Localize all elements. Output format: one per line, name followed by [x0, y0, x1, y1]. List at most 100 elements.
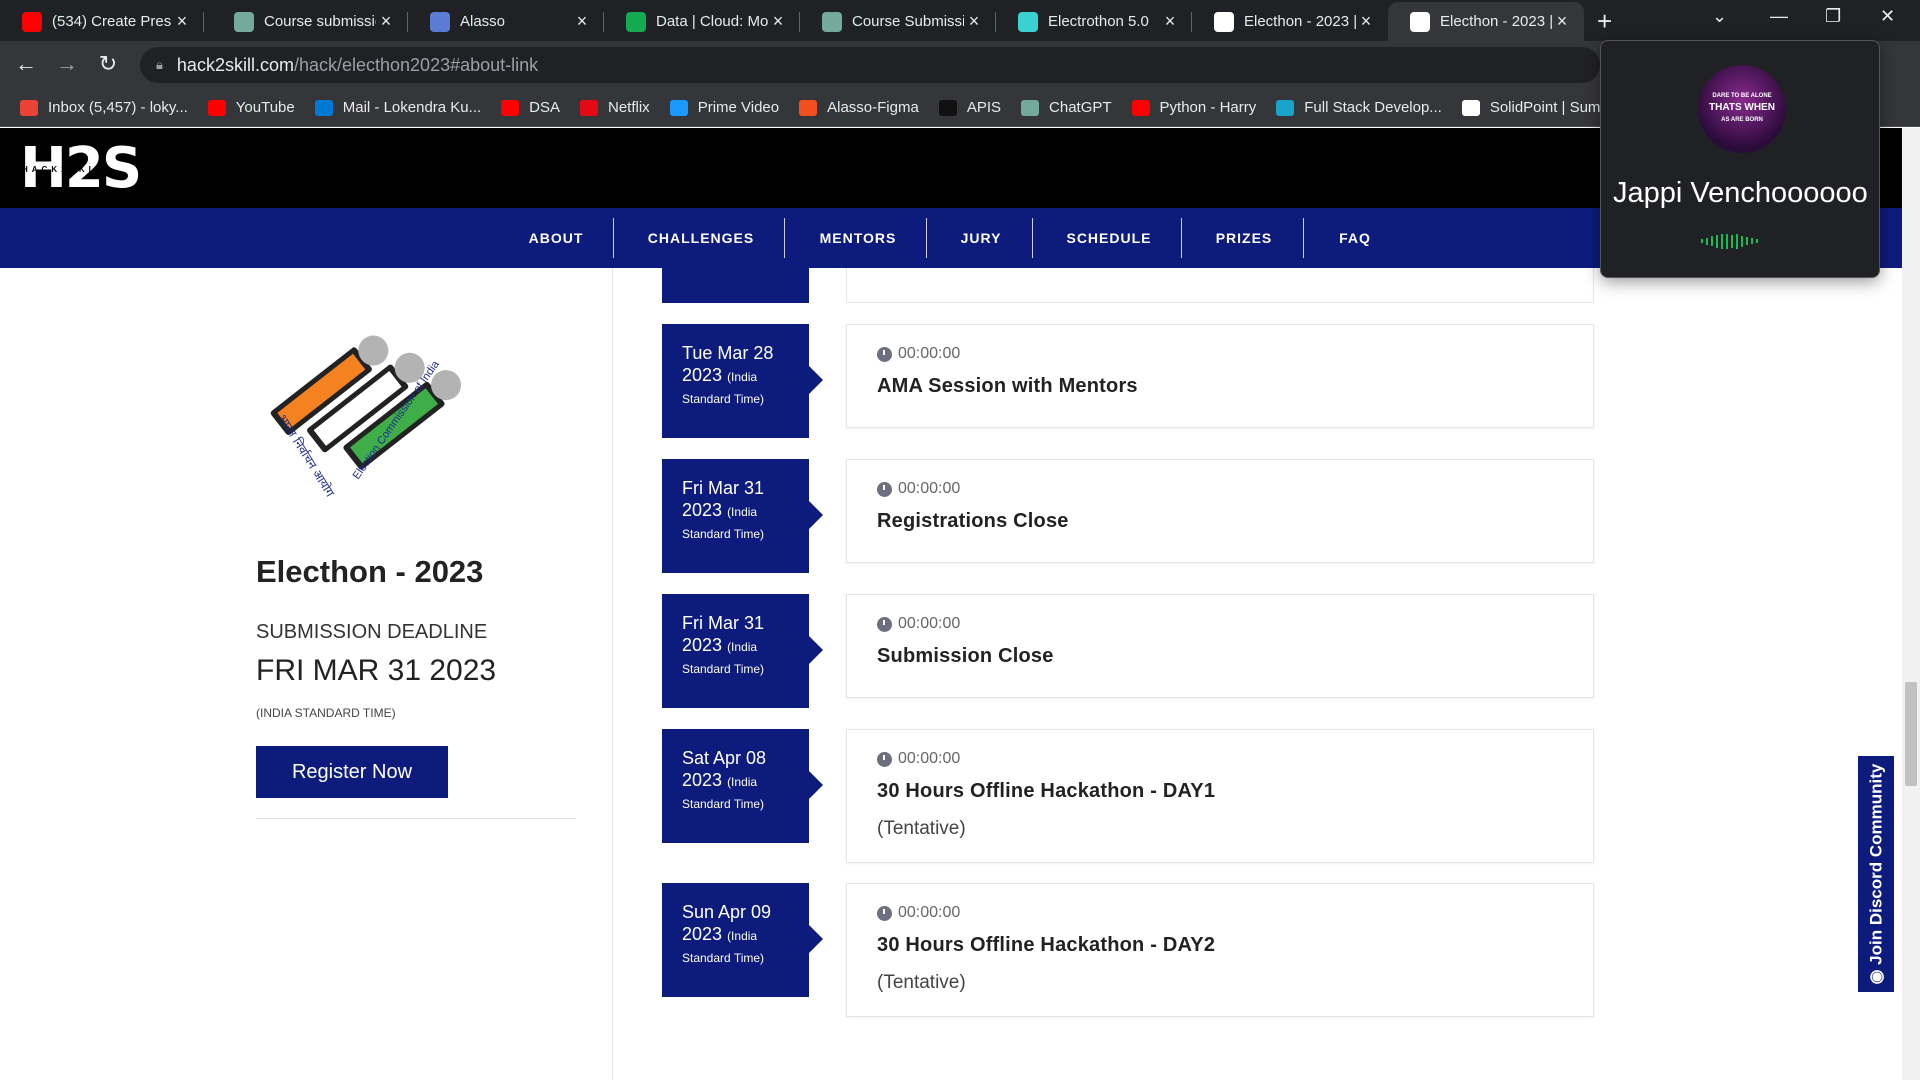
minimize-button[interactable]: —: [1770, 6, 1788, 27]
nav-prizes[interactable]: PRIZES: [1200, 208, 1288, 268]
close-tab-icon[interactable]: ×: [1552, 11, 1572, 32]
nav-about[interactable]: ABOUT: [518, 208, 594, 268]
restore-button[interactable]: ❐: [1825, 6, 1841, 27]
clock-icon: [877, 905, 892, 921]
prime-video-icon: [669, 99, 688, 116]
close-tab-icon[interactable]: ×: [376, 11, 396, 32]
avatar-text: DARE TO BE ALONE: [1712, 93, 1772, 99]
tab-title: Electhon - 2023 |: [1440, 13, 1552, 30]
lock-icon: 🔒︎: [156, 57, 163, 72]
schedule-title: Registrations Close: [877, 510, 1069, 532]
schedule-day: Tue Mar 28: [682, 343, 774, 363]
schedule-time: 00:00:00: [898, 615, 961, 632]
bookmark-item[interactable]: YouTube: [207, 99, 295, 116]
nav-challenges[interactable]: CHALLENGES: [630, 208, 772, 268]
bookmark-label: Inbox (5,457) - loky...: [48, 99, 188, 116]
chatgpt-icon: [1021, 99, 1040, 116]
close-tab-icon[interactable]: ×: [572, 11, 592, 32]
browser-tab[interactable]: Alasso ×: [408, 2, 604, 41]
tab-title: Course Submissio: [852, 13, 964, 30]
page-scrollbar[interactable]: [1902, 128, 1920, 1080]
solidpoint-icon: [1461, 99, 1480, 116]
new-tab-button[interactable]: +: [1597, 6, 1612, 37]
nav-mentors[interactable]: MENTORS: [800, 208, 916, 268]
bookmark-item[interactable]: Python - Harry: [1131, 99, 1256, 116]
nav-faq[interactable]: FAQ: [1320, 208, 1390, 268]
schedule-date: Sat Apr 08 2023 (India Standard Time): [662, 729, 823, 843]
close-tab-icon[interactable]: ×: [1160, 11, 1180, 32]
schedule-day: Fri Mar 31: [682, 613, 765, 633]
schedule-tz: (India: [727, 370, 758, 384]
divider: [256, 818, 576, 819]
close-tab-icon[interactable]: ×: [172, 11, 192, 32]
browser-tab[interactable]: Course Submissio ×: [800, 2, 996, 41]
bookmark-item[interactable]: Alasso-Figma: [799, 99, 919, 116]
schedule-subtitle: (Tentative): [877, 818, 966, 839]
bookmark-label: Netflix: [608, 99, 650, 116]
url-host: hack2skill.com: [176, 54, 294, 75]
tab-search-icon[interactable]: ⌄: [1712, 6, 1727, 27]
bookmark-item[interactable]: APIS: [938, 99, 1002, 116]
join-discord-button[interactable]: ◉ Join Discord Community: [1858, 756, 1894, 992]
avatar: DARE TO BE ALONE THATS WHEN AS ARE BORN: [1698, 65, 1786, 153]
close-tab-icon[interactable]: ×: [964, 11, 984, 32]
avatar-text: THATS WHEN: [1709, 102, 1775, 113]
bookmark-label: DSA: [529, 99, 560, 116]
browser-tabstrip: (534) Create Prese × Course submissio × Alas…: [0, 0, 1920, 41]
audio-level-icon: [1701, 233, 1758, 249]
browser-tab[interactable]: Course submissio ×: [212, 2, 408, 41]
tab-title: (534) Create Prese: [52, 13, 172, 30]
bookmark-item[interactable]: Inbox (5,457) - loky...: [20, 99, 188, 116]
h2s-logo[interactable]: H2S HACK2SKILL: [20, 141, 144, 197]
bookmark-label: APIS: [966, 99, 1002, 116]
electrothon-icon: [1018, 11, 1038, 32]
logo-subtext: HACK2SKILL: [22, 165, 113, 174]
schedule-day: Fri Mar 31: [682, 478, 765, 498]
schedule-subtitle: (Tentative): [877, 972, 966, 993]
back-icon[interactable]: ←: [12, 51, 40, 77]
schedule-year: 2023: [682, 924, 723, 944]
h2s-icon: [1214, 11, 1234, 32]
schedule-tz: Standard Time): [682, 662, 765, 676]
outlook-icon: [314, 99, 333, 116]
deadline-label: SUBMISSION DEADLINE: [256, 621, 488, 643]
browser-tab[interactable]: Electrothon 5.0 ×: [996, 2, 1192, 41]
schedule-date: Fri Mar 31 2023 (India Standard Time): [662, 459, 823, 573]
nav-jury[interactable]: JURY: [946, 208, 1016, 268]
reload-icon[interactable]: ↻: [94, 51, 122, 77]
bookmark-item[interactable]: SolidPoint | Sum: [1461, 99, 1600, 116]
bookmark-label: YouTube: [235, 99, 295, 116]
scrollbar-thumb[interactable]: [1905, 682, 1917, 786]
address-bar[interactable]: 🔒︎ hack2skill.com/hack/electhon2023#abou…: [140, 47, 1600, 83]
browser-tab[interactable]: Data | Cloud: Mor ×: [604, 2, 800, 41]
nav-schedule[interactable]: SCHEDULE: [1052, 208, 1166, 268]
schedule-card: 00:00:00 Registrations Close: [846, 459, 1594, 563]
caller-name: Jappi Venchoooooo: [1613, 177, 1868, 209]
bookmark-item[interactable]: Full Stack Develop...: [1276, 99, 1442, 116]
close-window-button[interactable]: ✕: [1880, 6, 1895, 27]
schedule-tz: Standard Time): [682, 797, 765, 811]
schedule-tz: Standard Time): [682, 392, 765, 406]
schedule-title: AMA Session with Mentors: [877, 375, 1138, 397]
discord-icon: ◉: [1866, 964, 1885, 985]
browser-tab[interactable]: Electhon - 2023 | ×: [1192, 2, 1388, 41]
schedule-title: 30 Hours Offline Hackathon - DAY1: [877, 780, 1216, 802]
close-tab-icon[interactable]: ×: [768, 11, 788, 32]
schedule-date: Fri Mar 31 2023 (India Standard Time): [662, 594, 823, 708]
bookmark-item[interactable]: DSA: [501, 99, 560, 116]
deadline-date: FRI MAR 31 2023: [256, 654, 497, 687]
apis-icon: [938, 99, 957, 116]
browser-tab[interactable]: (534) Create Prese ×: [0, 2, 204, 41]
alasso-icon: [430, 11, 450, 32]
forward-icon[interactable]: →: [53, 51, 81, 77]
bookmark-item[interactable]: Mail - Lokendra Ku...: [314, 99, 481, 116]
bookmark-item[interactable]: Netflix: [580, 99, 650, 116]
schedule-tz: Standard Time): [682, 527, 765, 541]
browser-tab[interactable]: Electhon - 2023 | ×: [1388, 2, 1584, 41]
register-now-button[interactable]: Register Now: [256, 746, 448, 798]
bookmark-item[interactable]: ChatGPT: [1021, 99, 1112, 116]
close-tab-icon[interactable]: ×: [1356, 11, 1376, 32]
bookmark-item[interactable]: Prime Video: [669, 99, 779, 116]
schedule-title: 30 Hours Offline Hackathon - DAY2: [877, 934, 1216, 956]
call-overlay[interactable]: DARE TO BE ALONE THATS WHEN AS ARE BORN …: [1600, 40, 1880, 278]
